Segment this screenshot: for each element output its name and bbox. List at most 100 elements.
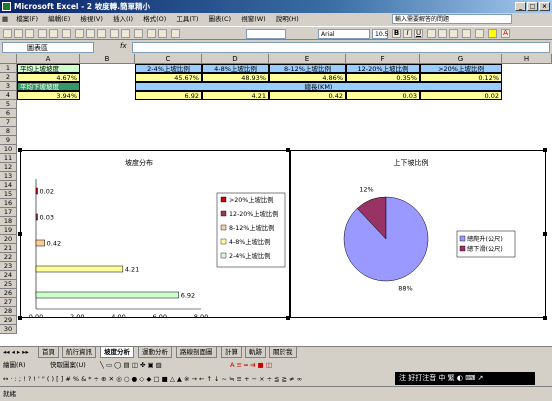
- sheet-tab[interactable]: 關於我: [269, 347, 297, 358]
- cell-g1[interactable]: >20%上坡比例: [420, 64, 502, 73]
- menu-file[interactable]: 檔案(F): [12, 13, 42, 26]
- row-header-16[interactable]: 16: [0, 199, 17, 208]
- sheet-tab[interactable]: 首頁: [38, 347, 59, 358]
- cell-g2[interactable]: 0.12%: [420, 73, 502, 82]
- cell-e1[interactable]: 8-12%上坡比例: [269, 64, 346, 73]
- fill-color-icon[interactable]: [488, 29, 497, 38]
- font-size-combo[interactable]: 10.5: [372, 29, 388, 39]
- bar-chart-area[interactable]: 坡度分布 0.02 0.03 0.42 4.21 6.92 0.00 2.00 4.00 6.00…: [20, 150, 290, 333]
- row-header-2[interactable]: 2: [0, 73, 17, 82]
- sort-icon[interactable]: [158, 29, 167, 38]
- row-header-8[interactable]: 8: [0, 127, 17, 136]
- row-header-11[interactable]: 11: [0, 154, 17, 163]
- maximize-button[interactable]: □: [527, 2, 538, 11]
- row-header-12[interactable]: 12: [0, 163, 17, 172]
- cell-d4[interactable]: 4.21: [202, 91, 269, 100]
- cell-g4[interactable]: 0.02: [420, 91, 502, 100]
- resize-handle[interactable]: [543, 316, 547, 320]
- row-header-22[interactable]: 22: [0, 253, 17, 262]
- sheet-tab[interactable]: 路線剖面圖: [176, 347, 217, 358]
- resize-handle[interactable]: [18, 232, 22, 236]
- row-header-21[interactable]: 21: [0, 244, 17, 253]
- resize-handle[interactable]: [286, 316, 290, 320]
- align-center-icon[interactable]: [438, 29, 447, 38]
- column-header-d[interactable]: D: [202, 54, 269, 64]
- ime-bar[interactable]: 注 好打注音 中 繁 ◐ ⌨ ↗: [395, 372, 535, 385]
- cell-c1[interactable]: 2-4%上坡比例: [135, 64, 202, 73]
- row-header-30[interactable]: 30: [0, 325, 17, 334]
- chart-wizard-icon[interactable]: [171, 29, 180, 38]
- save-icon[interactable]: [25, 29, 34, 38]
- cell-e2[interactable]: 4.86%: [269, 73, 346, 82]
- font-color-tool-icon[interactable]: A ≡ ═ ⇉ ■ ◫: [230, 358, 272, 372]
- row-header-25[interactable]: 25: [0, 280, 17, 289]
- row-header-6[interactable]: 6: [0, 109, 17, 118]
- menu-chart[interactable]: 圖表(C): [204, 13, 235, 26]
- menu-view[interactable]: 檢視(V): [76, 13, 107, 26]
- row-header-19[interactable]: 19: [0, 226, 17, 235]
- paste-icon[interactable]: [97, 29, 106, 38]
- row-header-23[interactable]: 23: [0, 262, 17, 271]
- row-header-18[interactable]: 18: [0, 217, 17, 226]
- cell-e4[interactable]: 0.42: [269, 91, 346, 100]
- column-header-e[interactable]: E: [269, 54, 346, 64]
- row-header-15[interactable]: 15: [0, 190, 17, 199]
- zoom-combo[interactable]: [246, 29, 286, 39]
- worksheet-grid[interactable]: A B C D E F G H 1 2 3 4 5 6 7 8 9 10 11 12 13 14 15 16 1…: [0, 54, 552, 346]
- sheet-tab[interactable]: 軌跡: [245, 347, 266, 358]
- resize-handle[interactable]: [18, 148, 22, 152]
- autoshape-menu[interactable]: 快取圖案(U): [50, 358, 86, 372]
- menu-insert[interactable]: 插入(I): [109, 13, 137, 26]
- sheet-tab[interactable]: 坡度分析: [100, 347, 134, 358]
- new-icon[interactable]: [3, 29, 12, 38]
- cell-a2[interactable]: 4.67%: [17, 73, 80, 82]
- help-search-input[interactable]: 輸入需要解答的問題: [392, 14, 512, 24]
- resize-handle[interactable]: [286, 148, 290, 152]
- symbol-icons[interactable]: ↔ · : ; ! ? ! ' " ( ) [ ] # % & * ÷ ⊕ ✕ …: [3, 372, 302, 386]
- row-header-24[interactable]: 24: [0, 271, 17, 280]
- row-header-28[interactable]: 28: [0, 307, 17, 316]
- redo-icon[interactable]: [121, 29, 130, 38]
- menu-help[interactable]: 說明(H): [272, 13, 303, 26]
- row-header-1[interactable]: 1: [0, 64, 17, 73]
- merge-icon[interactable]: [462, 29, 471, 38]
- row-header-29[interactable]: 29: [0, 316, 17, 325]
- row-header-9[interactable]: 9: [0, 136, 17, 145]
- sheet-tab[interactable]: 運動分析: [138, 347, 172, 358]
- column-header-b[interactable]: B: [80, 54, 135, 64]
- cell-f1[interactable]: 12-20%上坡比例: [346, 64, 420, 73]
- cut-icon[interactable]: [75, 29, 84, 38]
- resize-handle[interactable]: [543, 148, 547, 152]
- cell-c4[interactable]: 6.92: [135, 91, 202, 100]
- column-header-f[interactable]: F: [346, 54, 420, 64]
- cell-a1[interactable]: 平均上坡坡度: [17, 64, 80, 73]
- column-header-c[interactable]: C: [135, 54, 202, 64]
- underline-icon[interactable]: U: [414, 29, 423, 38]
- cell-d2[interactable]: 48.93%: [202, 73, 269, 82]
- row-header-20[interactable]: 20: [0, 235, 17, 244]
- cell-c2[interactable]: 45.67%: [135, 73, 202, 82]
- row-header-27[interactable]: 27: [0, 298, 17, 307]
- select-all-corner[interactable]: [0, 54, 17, 64]
- bold-icon[interactable]: B: [392, 29, 401, 38]
- row-header-4[interactable]: 4: [0, 91, 17, 100]
- autosum-icon[interactable]: [147, 29, 156, 38]
- hyperlink-icon[interactable]: [134, 29, 143, 38]
- column-header-h[interactable]: H: [502, 54, 552, 64]
- menu-window[interactable]: 視窗(W): [237, 13, 270, 26]
- font-color-icon[interactable]: A: [501, 29, 510, 38]
- menu-tools[interactable]: 工具(T): [172, 13, 202, 26]
- sheet-tab[interactable]: 計算: [221, 347, 242, 358]
- menu-edit[interactable]: 編輯(E): [44, 13, 74, 26]
- copy-icon[interactable]: [86, 29, 95, 38]
- column-header-g[interactable]: G: [420, 54, 502, 64]
- row-header-3[interactable]: 3: [0, 82, 17, 91]
- menu-format[interactable]: 格式(O): [139, 13, 170, 26]
- column-header-a[interactable]: A: [17, 54, 80, 64]
- minimize-button[interactable]: _: [515, 2, 526, 11]
- row-header-14[interactable]: 14: [0, 181, 17, 190]
- resize-handle[interactable]: [18, 316, 22, 320]
- shape-tools-icon[interactable]: ╲ ▭ ◯ ▤ ◫ ✤ ▣ ▨: [100, 358, 162, 372]
- print-icon[interactable]: [38, 29, 47, 38]
- undo-icon[interactable]: [110, 29, 119, 38]
